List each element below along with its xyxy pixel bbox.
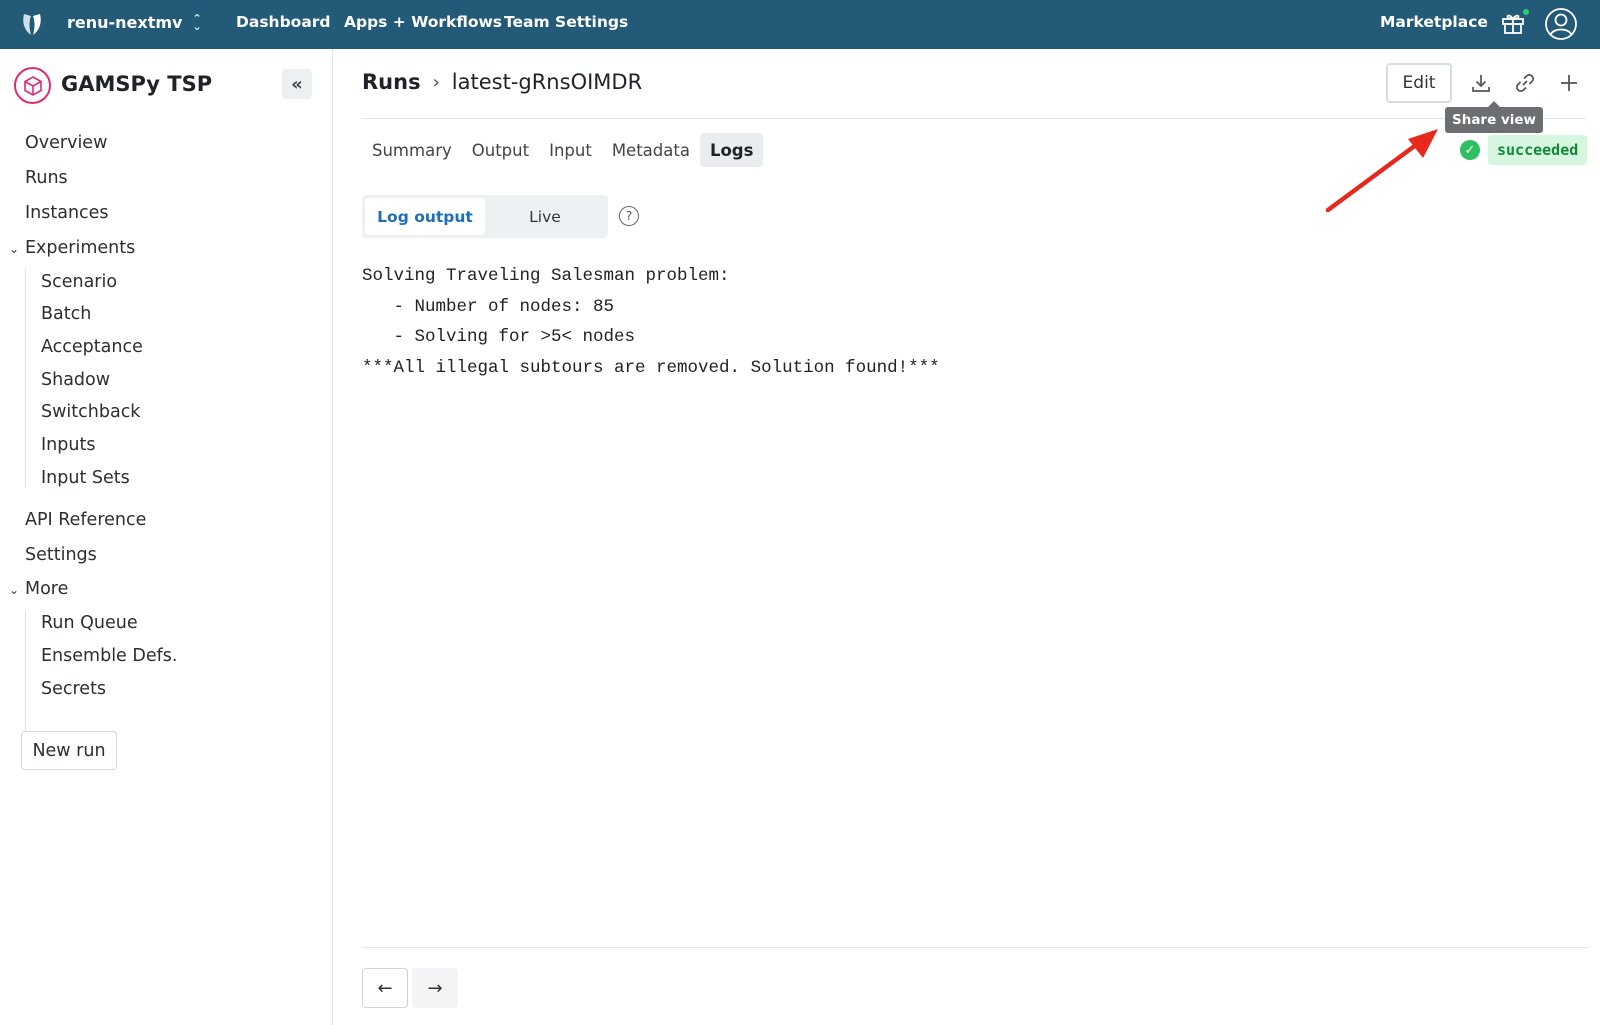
help-circle-icon[interactable]: ? — [619, 206, 639, 226]
arrow-left-icon[interactable]: ← — [362, 968, 408, 1008]
org-name: renu-nextmv — [67, 13, 183, 32]
notification-dot — [1523, 9, 1529, 15]
plus-icon[interactable] — [1556, 70, 1582, 96]
log-line: Solving Traveling Salesman problem: — [362, 266, 730, 286]
chevron-right-icon: › — [432, 71, 440, 93]
share-view-tooltip: Share view — [1445, 101, 1543, 133]
annotation-arrow-icon — [1325, 129, 1438, 213]
edit-button[interactable]: Edit — [1386, 63, 1452, 103]
sidebar-item-scenario[interactable]: Scenario — [41, 272, 117, 292]
sidebar-item-inputs[interactable]: Inputs — [41, 435, 95, 455]
sidebar-item-ensemble-defs[interactable]: Ensemble Defs. — [41, 646, 177, 666]
sidebar-item-api-reference[interactable]: API Reference — [25, 510, 146, 530]
download-icon[interactable] — [1468, 70, 1494, 96]
chevron-down-icon[interactable]: ⌄ — [9, 242, 19, 256]
sidebar-item-settings[interactable]: Settings — [25, 545, 97, 565]
tab-logs[interactable]: Logs — [699, 133, 764, 167]
nav-apps-workflows[interactable]: Apps + Workflows — [344, 13, 502, 31]
cube-icon — [14, 67, 51, 104]
sidebar-item-batch[interactable]: Batch — [41, 304, 91, 324]
nav-team-settings[interactable]: Team Settings — [504, 13, 628, 31]
sidebar-item-secrets[interactable]: Secrets — [41, 679, 106, 699]
submenu-guide — [25, 269, 26, 487]
updown-chevron-icon: ⌃ ⌄ — [192, 11, 202, 33]
sidebar-item-switchback[interactable]: Switchback — [41, 402, 140, 422]
gift-icon[interactable] — [1500, 10, 1526, 36]
sidebar: GAMSPy TSP « Overview Runs Instances ⌄ E… — [0, 49, 333, 1025]
tab-input[interactable]: Input — [539, 133, 602, 167]
footer-divider — [362, 947, 1588, 948]
tab-summary[interactable]: Summary — [362, 133, 462, 167]
breadcrumb: Runs › latest-gRnsOIMDR — [362, 70, 642, 94]
sidebar-item-experiments[interactable]: Experiments — [25, 238, 135, 258]
nav-dashboard[interactable]: Dashboard — [236, 13, 331, 31]
org-switcher[interactable]: renu-nextmv ⌃ ⌄ — [67, 11, 202, 33]
sidebar-item-more[interactable]: More — [25, 579, 68, 599]
log-output-option[interactable]: Log output — [365, 198, 485, 235]
run-tabs: Summary Output Input Metadata Logs — [362, 133, 764, 167]
log-line: - Solving for >5< nodes — [362, 327, 636, 347]
log-line: ***All illegal subtours are removed. Sol… — [362, 357, 940, 378]
nav-marketplace[interactable]: Marketplace — [1380, 13, 1488, 31]
sidebar-item-instances[interactable]: Instances — [25, 203, 109, 223]
link-icon[interactable] — [1512, 70, 1538, 96]
tab-metadata[interactable]: Metadata — [602, 133, 700, 167]
chevron-down-icon[interactable]: ⌄ — [9, 583, 19, 597]
run-name: latest-gRnsOIMDR — [451, 70, 643, 94]
top-navbar: renu-nextmv ⌃ ⌄ Dashboard Apps + Workflow… — [0, 0, 1600, 49]
breadcrumb-runs[interactable]: Runs — [362, 70, 421, 94]
double-chevron-left-icon[interactable]: « — [282, 69, 312, 99]
header-divider — [362, 118, 1586, 119]
sidebar-item-overview[interactable]: Overview — [25, 133, 107, 153]
nextmv-logo-icon[interactable] — [20, 10, 44, 38]
sidebar-item-runs[interactable]: Runs — [25, 168, 68, 188]
log-output: Solving Traveling Salesman problem: - Nu… — [362, 261, 940, 383]
tab-output[interactable]: Output — [462, 133, 539, 167]
arrow-right-icon[interactable]: → — [412, 968, 458, 1008]
live-option[interactable]: Live — [485, 198, 605, 235]
new-run-button[interactable]: New run — [21, 731, 117, 770]
check-circle-icon: ✓ — [1460, 140, 1480, 160]
sidebar-item-input-sets[interactable]: Input Sets — [41, 468, 130, 488]
sidebar-item-shadow[interactable]: Shadow — [41, 370, 110, 390]
user-avatar-icon[interactable] — [1544, 7, 1578, 41]
app-title: GAMSPy TSP — [61, 72, 213, 96]
status-badge: succeeded — [1488, 135, 1588, 165]
sidebar-item-run-queue[interactable]: Run Queue — [41, 613, 138, 633]
log-line: - Number of nodes: 85 — [362, 296, 615, 317]
log-view-toggle: Log output Live — [362, 195, 608, 238]
run-status: ✓ succeeded — [1460, 135, 1588, 165]
sidebar-item-acceptance[interactable]: Acceptance — [41, 337, 143, 357]
